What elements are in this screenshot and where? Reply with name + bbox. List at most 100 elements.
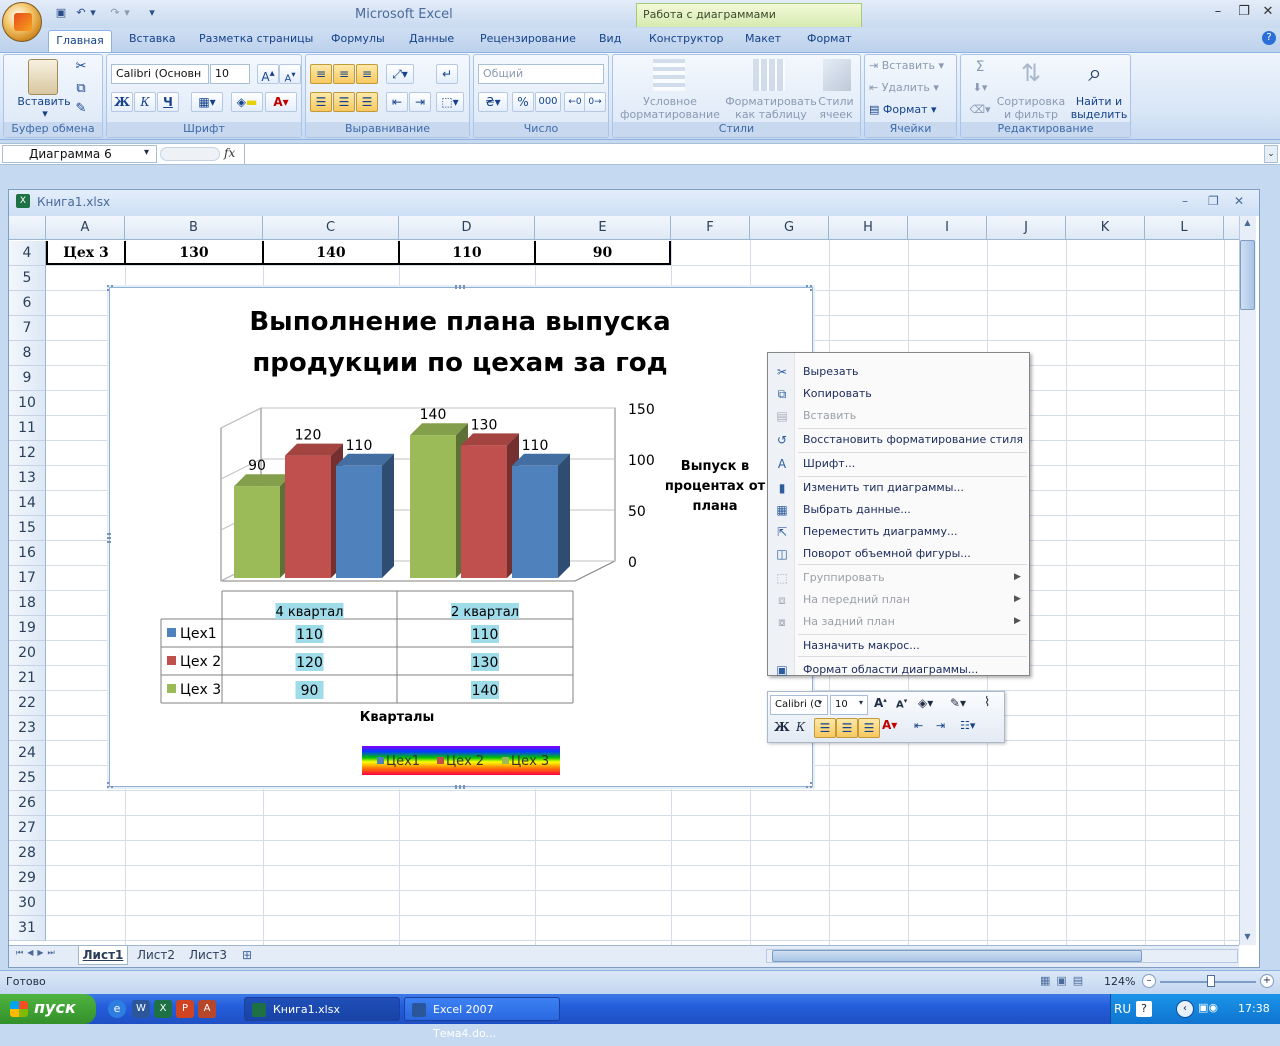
format-as-table-button[interactable]: Форматировать как таблицу [723,95,819,121]
column-header[interactable]: D [399,216,535,240]
row-header-18[interactable]: 18 [9,591,46,616]
mini-font-dropdown-icon[interactable]: ▾ [818,698,822,707]
tab-format[interactable]: Формат [807,32,852,45]
autosum-button[interactable]: Σ [967,59,993,75]
decrease-decimal-icon[interactable]: 0→ [584,92,606,112]
column-header[interactable]: K [1066,216,1145,240]
row-header-19[interactable]: 19 [9,616,46,641]
help-tray-icon[interactable]: ? [1136,1001,1152,1017]
font-color-icon[interactable]: A▾ [265,92,297,112]
mini-bold-button[interactable]: Ж [774,720,790,734]
tab-insert[interactable]: Вставка [129,32,176,45]
save-icon[interactable]: ▣ [52,5,70,21]
formula-bar-resizer[interactable] [160,147,220,161]
cell-styles-button[interactable]: Стили ячеек [813,95,859,121]
menu-item[interactable]: Переместить диаграмму... [803,525,957,538]
format-painter-icon[interactable]: ✎ [72,101,90,116]
mini-decrease-indent-icon[interactable]: ⇤ [914,719,923,732]
close-icon[interactable]: ✕ [1256,4,1280,22]
align-center-icon[interactable]: ☰ [333,92,355,112]
tab-page-layout[interactable]: Разметка страницы [199,32,313,45]
row-header-28[interactable]: 28 [9,841,46,866]
customize-qat-icon[interactable]: ▾ [146,5,158,21]
row-header-26[interactable]: 26 [9,791,46,816]
sheet-tab-3[interactable]: Лист3 [184,946,232,965]
select-all-corner[interactable] [9,216,46,240]
sheet-nav-icons[interactable]: ⏮◀▶⏭ [16,948,59,958]
row-header-31[interactable]: 31 [9,916,46,941]
format-as-table-icon[interactable] [753,59,785,91]
mini-fill-icon[interactable]: ◈▾ [918,696,933,710]
tab-formulas[interactable]: Формулы [331,32,385,45]
chart-plot[interactable]: Выполнение плана выпуска продукции по цех… [109,287,813,787]
orientation-icon[interactable]: ⤢▾ [386,64,414,84]
mini-align-center-icon[interactable]: ☰ [836,718,858,738]
cell-b4[interactable]: 130 [126,241,264,265]
font-name-combo[interactable]: Calibri (Основн [111,64,209,84]
row-header-11[interactable]: 11 [9,416,46,441]
row-header-15[interactable]: 15 [9,516,46,541]
menu-item[interactable]: Поворот объемной фигуры... [803,547,971,560]
column-header[interactable]: F [671,216,750,240]
column-header[interactable]: G [750,216,829,240]
row-header-8[interactable]: 8 [9,341,46,366]
mini-format-painter-icon[interactable]: ⌇ [984,695,990,710]
currency-icon[interactable]: ₴▾ [478,92,508,112]
row-header-7[interactable]: 7 [9,316,46,341]
wb-minimize-icon[interactable]: – [1182,194,1188,208]
minimize-icon[interactable]: – [1206,4,1230,22]
borders-icon[interactable]: ▦▾ [191,92,223,112]
name-box[interactable]: Диаграмма 6 [2,145,157,163]
row-header-6[interactable]: 6 [9,291,46,316]
column-header[interactable]: C [263,216,399,240]
mini-font-color-icon[interactable]: A▾ [882,718,897,732]
column-header[interactable]: B [125,216,263,240]
menu-item[interactable]: Копировать [803,387,872,400]
wrap-text-icon[interactable]: ↵ [436,64,458,84]
mini-grow-font-icon[interactable]: A▴ [874,696,887,710]
menu-item[interactable]: Вырезать [803,365,858,378]
sort-filter-button[interactable]: Сортировка и фильтр [993,95,1069,121]
column-header[interactable]: I [908,216,987,240]
conditional-format-button[interactable]: Условное форматирование [615,95,725,121]
merge-center-icon[interactable]: ⬚▾ [436,92,464,112]
cell-a4[interactable]: Цех 3 [46,241,126,265]
menu-item[interactable]: Формат области диаграммы... [803,663,978,676]
tab-data[interactable]: Данные [409,32,454,45]
copy-icon[interactable]: ⧉ [72,81,90,96]
row-header-16[interactable]: 16 [9,541,46,566]
column-header[interactable]: H [829,216,908,240]
wb-close-icon[interactable]: ✕ [1234,194,1244,208]
row-header-21[interactable]: 21 [9,666,46,691]
name-box-dropdown-icon[interactable]: ▾ [144,147,149,158]
row-header-29[interactable]: 29 [9,866,46,891]
mini-increase-indent-icon[interactable]: ⇥ [936,719,945,732]
tab-home[interactable]: Главная [48,30,112,52]
row-header-13[interactable]: 13 [9,466,46,491]
zoom-slider-thumb[interactable] [1207,975,1215,987]
horizontal-scroll-thumb[interactable] [772,950,1142,962]
row-header-9[interactable]: 9 [9,366,46,391]
row-header-24[interactable]: 24 [9,741,46,766]
clear-icon[interactable]: ⌫▾ [967,103,993,116]
align-middle-icon[interactable]: ≡ [333,64,355,84]
row-header-25[interactable]: 25 [9,766,46,791]
menu-item[interactable]: Группировать [803,571,885,584]
increase-decimal-icon[interactable]: ←0 [564,92,586,112]
row-header-17[interactable]: 17 [9,566,46,591]
sheet-tab-2[interactable]: Лист2 [132,946,180,965]
word-icon[interactable]: W [132,1000,150,1018]
menu-item[interactable]: На задний план [803,615,895,628]
vertical-scroll-thumb[interactable] [1240,240,1255,310]
tray-collapse-icon[interactable]: ‹ [1176,1000,1194,1018]
row-header-22[interactable]: 22 [9,691,46,716]
row-header-30[interactable]: 30 [9,891,46,916]
wb-restore-icon[interactable]: ❐ [1208,194,1219,208]
insert-function-button[interactable]: fx [224,146,235,160]
task-excel-window[interactable]: Книга1.xlsx [244,997,400,1021]
bold-button[interactable]: Ж [111,92,133,112]
tab-design[interactable]: Конструктор [649,32,723,45]
format-cells-button[interactable]: ▤ Формат ▾ [869,103,953,116]
decrease-indent-icon[interactable]: ⇤ [386,92,408,112]
cell-c4[interactable]: 140 [264,241,400,265]
